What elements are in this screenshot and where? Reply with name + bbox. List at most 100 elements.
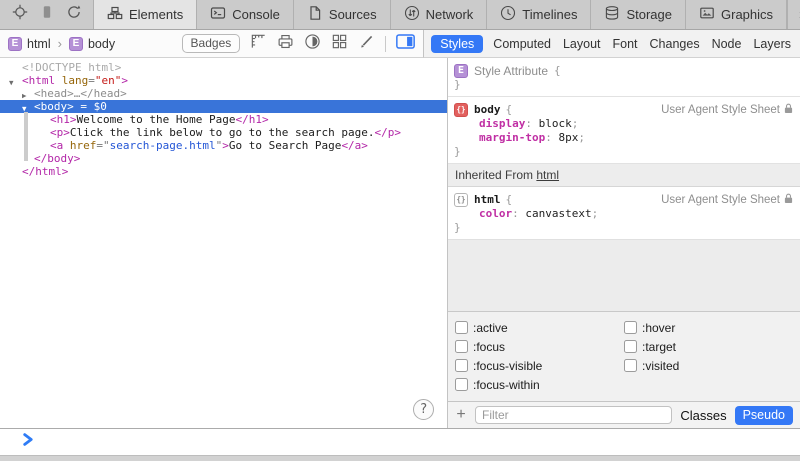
dom-token: Go to Search Page — [229, 139, 342, 152]
dom-tree-row[interactable]: <h1>Welcome to the Home Page</h1> — [0, 113, 447, 126]
pseudo-checkbox-hover[interactable] — [624, 321, 637, 334]
console-prompt-bar[interactable] — [0, 428, 800, 455]
tab-timelines[interactable]: Timelines — [486, 0, 590, 29]
style-attribute-section: E Style Attribute { } — [448, 58, 800, 97]
tab-label: Sources — [329, 7, 377, 22]
sidebar-tab-layout[interactable]: Layout — [561, 35, 603, 53]
pseudo-label: :focus-within — [473, 378, 540, 392]
reload-page-button[interactable] — [60, 0, 87, 29]
element-badge-icon: E — [454, 64, 468, 78]
css-rule-badge-icon: {} — [454, 193, 468, 207]
new-rule-button[interactable]: + — [455, 407, 467, 423]
dom-tree-row[interactable]: </body> — [0, 152, 447, 165]
rule-selector[interactable]: body — [474, 103, 501, 116]
badges-button[interactable]: Badges — [182, 34, 241, 53]
breadcrumb-item-html[interactable]: Ehtml — [8, 37, 51, 51]
sidebar-tab-node[interactable]: Node — [710, 35, 744, 53]
brush-icon — [358, 33, 375, 55]
inherited-from-bar: Inherited From html — [448, 164, 800, 187]
tab-graphics[interactable]: Graphics — [685, 0, 787, 29]
property-name: display — [479, 117, 525, 130]
css-property[interactable]: margin-top: 8px; — [454, 131, 794, 145]
dom-tree-row[interactable]: ▼<html lang="en"> — [0, 74, 447, 87]
pseudo-classes-section: :active:focus :focus-visible :focus-within… — [448, 312, 800, 401]
pseudo-checkbox-visited[interactable] — [624, 359, 637, 372]
sidebar-tab-font[interactable]: Font — [611, 35, 640, 53]
rulers-button[interactable] — [250, 33, 267, 55]
tab-elements[interactable]: Elements — [93, 0, 196, 29]
tab-label: Console — [232, 7, 280, 22]
grid-overlay-button[interactable] — [331, 33, 348, 55]
rule-source: User Agent Style Sheet — [661, 103, 793, 117]
pseudo-checkbox-focus-within[interactable] — [455, 378, 468, 391]
sidebar-tab-layers[interactable]: Layers — [751, 35, 793, 53]
classes-button[interactable]: Classes — [680, 408, 726, 423]
pseudo-checkbox-focus-visible[interactable] — [455, 359, 468, 372]
device-icon — [39, 4, 55, 25]
inherited-element-link[interactable]: html — [536, 168, 559, 182]
tab-console[interactable]: Console — [196, 0, 293, 29]
breadcrumb-item-body[interactable]: Ebody — [69, 37, 115, 51]
timelines-icon — [500, 5, 516, 24]
sidebar-tab-styles[interactable]: Styles — [431, 35, 483, 53]
contrast-icon — [304, 33, 321, 55]
dom-tree-row[interactable]: </html> — [0, 165, 447, 178]
lock-icon — [784, 193, 793, 207]
tab-label: Storage — [626, 7, 672, 22]
element-badge-icon: E — [69, 37, 83, 51]
dom-tree-row[interactable]: <!DOCTYPE html> — [0, 61, 447, 74]
main-tab-bar: Elements Console Sources Network Timelines St… — [93, 0, 787, 29]
dom-token: "en" — [95, 74, 122, 87]
printer-icon — [277, 33, 294, 55]
dom-token: = — [88, 74, 95, 87]
inspect-element-button[interactable] — [6, 0, 33, 29]
style-attribute-title[interactable]: Style Attribute — [474, 64, 548, 78]
css-property[interactable]: color: canvastext; — [454, 207, 794, 221]
dom-token: </html> — [22, 165, 68, 178]
dom-token: search-page.html — [110, 139, 216, 152]
style-filter-input[interactable] — [475, 406, 672, 424]
pseudo-checkbox-focus[interactable] — [455, 340, 468, 353]
tab-sources[interactable]: Sources — [293, 0, 390, 29]
pseudo-class-row: :focus — [455, 337, 624, 356]
breadcrumb: Ehtml›Ebody — [8, 36, 115, 51]
dom-tree-row[interactable]: <a href="search-page.html">Go to Search … — [0, 139, 447, 152]
css-rule-body: {} body { display: block;margin-top: 8px… — [448, 97, 800, 164]
pseudo-class-row: :active — [455, 318, 624, 337]
appearance-button[interactable] — [304, 33, 321, 55]
pseudo-button[interactable]: Pseudo — [735, 406, 793, 425]
dom-tree-row[interactable]: ▶<head>…</head> — [0, 87, 447, 100]
edit-mode-button[interactable] — [358, 33, 375, 55]
pseudo-label: :focus-visible — [473, 359, 542, 373]
css-property[interactable]: display: block; — [454, 117, 794, 131]
styles-footer-bar: + Classes Pseudo — [448, 401, 800, 428]
dom-token: href — [63, 139, 96, 152]
pseudo-class-row: :visited — [624, 356, 793, 375]
dom-tree-row[interactable]: ▼<body> = $0 — [0, 100, 447, 113]
pseudo-checkbox-target[interactable] — [624, 340, 637, 353]
pseudo-label: :visited — [642, 359, 679, 373]
help-button[interactable]: ? — [413, 399, 434, 420]
print-styles-button[interactable] — [277, 33, 294, 55]
dom-token: </h1> — [235, 113, 268, 126]
close-brace: } — [454, 145, 794, 159]
details-sidebar-toggle[interactable] — [396, 34, 415, 54]
rule-source: User Agent Style Sheet — [661, 193, 793, 207]
content-area: <!DOCTYPE html>▼<html lang="en">▶<head>…… — [0, 58, 800, 428]
pseudo-checkbox-active[interactable] — [455, 321, 468, 334]
property-value: block — [539, 117, 572, 130]
device-settings-button[interactable] — [33, 0, 60, 29]
dom-token: Welcome to the Home Page — [77, 113, 236, 126]
dom-tree-row[interactable]: <p>Click the link below to go to the sea… — [0, 126, 447, 139]
storage-icon — [604, 5, 620, 24]
tab-network[interactable]: Network — [390, 0, 487, 29]
more-tabs-button[interactable]: » — [787, 0, 800, 29]
styles-panel: E Style Attribute { } {} body { display:… — [448, 58, 800, 428]
window-bottom-edge — [0, 455, 800, 461]
tab-label: Network — [426, 7, 474, 22]
tab-storage[interactable]: Storage — [590, 0, 685, 29]
open-brace: { — [506, 193, 513, 206]
sidebar-tab-computed[interactable]: Computed — [491, 35, 553, 53]
rule-selector[interactable]: html — [474, 193, 501, 206]
sidebar-tab-changes[interactable]: Changes — [648, 35, 702, 53]
